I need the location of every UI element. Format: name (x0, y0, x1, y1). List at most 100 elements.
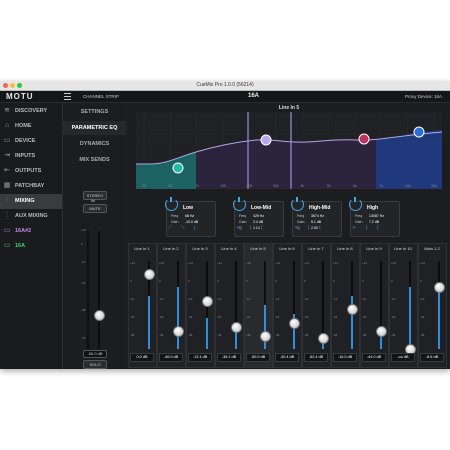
channel-fader-knob[interactable] (202, 296, 213, 307)
channel-name[interactable]: Line In 8 (333, 246, 357, 251)
sidebar-item-outputs[interactable]: ⇤ OUTPUTS (0, 164, 62, 179)
channel-fader-knob[interactable] (144, 269, 155, 280)
channel-level-meter (206, 318, 208, 349)
channel-name[interactable]: Line In 1 (130, 246, 154, 251)
sidebar-item-aux-mixing[interactable]: ⫶ AUX MIXING (0, 209, 62, 224)
channel-level-value[interactable]: -50.0 dB (246, 353, 270, 362)
strip-fader-knob[interactable] (94, 310, 105, 321)
channel-scale-label: -12 (188, 297, 193, 301)
channel-name[interactable]: Line In 9 (362, 246, 386, 251)
device-icon: ▭ (3, 137, 11, 144)
gain-value[interactable]: 7.2 dB (369, 220, 379, 224)
channel-name[interactable]: Main 1-2 (420, 246, 444, 251)
eq-band-high[interactable]: High Freq 13087 Hz Gain 7.2 dB (349, 197, 400, 237)
gain-value[interactable]: 5.1 dB (311, 220, 321, 224)
channel-level-value[interactable]: -40.0 dB (159, 353, 183, 362)
channel-level-value[interactable]: -52.4 dB (304, 353, 328, 362)
power-icon[interactable] (165, 197, 178, 211)
gain-value[interactable]: -10.0 dB (185, 220, 198, 224)
eq-band-high-mid[interactable]: High-Mid Freq 3674 Hz Gain 5.1 dB Q 2.00 (291, 197, 342, 237)
eq-freq-label: 70 (195, 184, 199, 188)
sidebar-item-home[interactable]: ⌂ HOME (0, 119, 62, 134)
low-shape-icons[interactable]: ⟋ ⟍ ⟨ (168, 225, 199, 231)
high-shape-icons[interactable]: ✧ ⟩ ⟨ (352, 225, 383, 231)
device-icon: ▭ (3, 242, 11, 249)
channel-fader-knob[interactable] (289, 318, 300, 329)
sidebar-item-inputs[interactable]: ⇥ INPUTS (0, 149, 62, 164)
channel-name[interactable]: Line In 2 (159, 246, 183, 251)
channel-scale-label: +12 (188, 261, 194, 265)
channel-level-value[interactable]: -13.1 dB (188, 353, 212, 362)
gain-value[interactable]: 2.4 dB (253, 220, 263, 224)
eq-freq-label: 5k (353, 184, 357, 188)
channel-fader-knob[interactable] (231, 322, 242, 333)
channel-fader-knob[interactable] (434, 282, 445, 293)
power-icon[interactable] (291, 197, 304, 211)
power-icon[interactable] (349, 197, 362, 211)
sidebar-item-16a[interactable]: ▭ 16A (0, 239, 62, 254)
submenu-mix-sends[interactable]: MIX SENDS (63, 153, 126, 167)
channel-scale-label: -12 (130, 297, 135, 301)
highmid-shape-icons[interactable]: ✧ ⟩ ⟨ (294, 225, 325, 231)
channel-scale-label: +12 (304, 261, 310, 265)
channel-scale-label: -24 (188, 315, 193, 319)
sidebar-item-16a-2[interactable]: ▭ 16A#2 (0, 224, 62, 239)
channel-scale-label: -24 (304, 315, 309, 319)
channel-level-value[interactable]: -16.0 dB (333, 353, 357, 362)
band-name: High (367, 205, 379, 211)
eq-band-low[interactable]: Low Freq 68 Hz Gain -10.0 dB (165, 197, 216, 237)
section-label: CHANNEL STRIP (83, 94, 119, 99)
channel-level-value[interactable]: -36.1 dB (217, 353, 241, 362)
submenu-dynamics[interactable]: DYNAMICS (63, 137, 126, 151)
freq-value[interactable]: 68 Hz (185, 214, 194, 218)
channel-scale-label: -48 (420, 333, 425, 337)
lowmid-shape-icons[interactable]: ✧ ⟩ ⟨ (236, 225, 267, 231)
channel-scale-label: -12 (217, 297, 222, 301)
channel-level-value[interactable]: 0.0 dB (130, 353, 154, 362)
eq-band-low-mid[interactable]: Low-Mid Freq 429 Hz Gain 2.4 dB Q 1.14 (233, 197, 284, 237)
menu-icon[interactable] (64, 93, 71, 100)
strip-fader-track[interactable] (98, 231, 100, 349)
channel-level-value[interactable]: -oo dB (391, 353, 415, 362)
freq-value[interactable]: 13087 Hz (369, 214, 384, 218)
stereo-button[interactable]: STEREO (83, 191, 107, 200)
sidebar-item-discovery[interactable]: ≋ DISCOVERY (0, 104, 62, 119)
channel-scale-label: +12 (333, 261, 339, 265)
solo-button[interactable]: SOLO (83, 360, 107, 369)
channel-scale-label: -24 (130, 315, 135, 319)
input-icon: ⇥ (4, 152, 10, 159)
channel-fader-knob[interactable] (347, 304, 358, 315)
mute-button[interactable]: MUTE (83, 204, 107, 213)
sidebar-item-label: MIXING (15, 198, 35, 204)
channel-scale-label: -48 (304, 333, 309, 337)
channel-fader-knob[interactable] (173, 326, 184, 337)
channel-name[interactable]: Line In 4 (217, 246, 241, 251)
channel-fader-knob[interactable] (260, 331, 271, 342)
aux-icon: ⫶ (6, 212, 8, 219)
channel-name[interactable]: Line In 7 (304, 246, 328, 251)
channel-fader-knob[interactable] (318, 333, 329, 344)
channel-fader-knob[interactable] (376, 326, 387, 337)
submenu-parametric-eq[interactable]: PARAMETRIC EQ (63, 121, 126, 135)
sidebar-item-device[interactable]: ▭ DEVICE (0, 134, 62, 149)
channel-name[interactable]: Line In 5 (246, 246, 270, 251)
channel-name[interactable]: Line In 6 (275, 246, 299, 251)
channel-scale-label: 0 (333, 279, 335, 283)
submenu-settings[interactable]: SETTINGS (63, 105, 126, 119)
strip-level-value[interactable]: -50.0 dB (83, 350, 107, 358)
freq-value[interactable]: 429 Hz (253, 214, 264, 218)
channel-scale-label: +12 (391, 261, 397, 265)
channel-name[interactable]: Line In 10 (391, 246, 415, 251)
channel-level-value[interactable]: -30.4 dB (275, 353, 299, 362)
top-bar: MOTU CHANNEL STRIP 16A Proxy Device: 16A (0, 91, 450, 103)
power-icon[interactable] (233, 197, 246, 211)
channel-scale-label: +12 (246, 261, 252, 265)
sidebar-item-patchbay[interactable]: ▦ PATCHBAY (0, 179, 62, 194)
channel-level-value[interactable]: -44.0 dB (362, 353, 386, 362)
eq-graph[interactable]: 20 50 70 100 200 500 1k 2k 5k 7k 10k 20k (136, 112, 442, 189)
wifi-icon: ≋ (4, 107, 10, 114)
channel-level-value[interactable]: -8.6 dB (420, 353, 444, 362)
channel-name[interactable]: Line In 3 (188, 246, 212, 251)
freq-value[interactable]: 3674 Hz (311, 214, 324, 218)
sidebar-item-mixing[interactable]: ⫶ MIXING (0, 194, 62, 209)
